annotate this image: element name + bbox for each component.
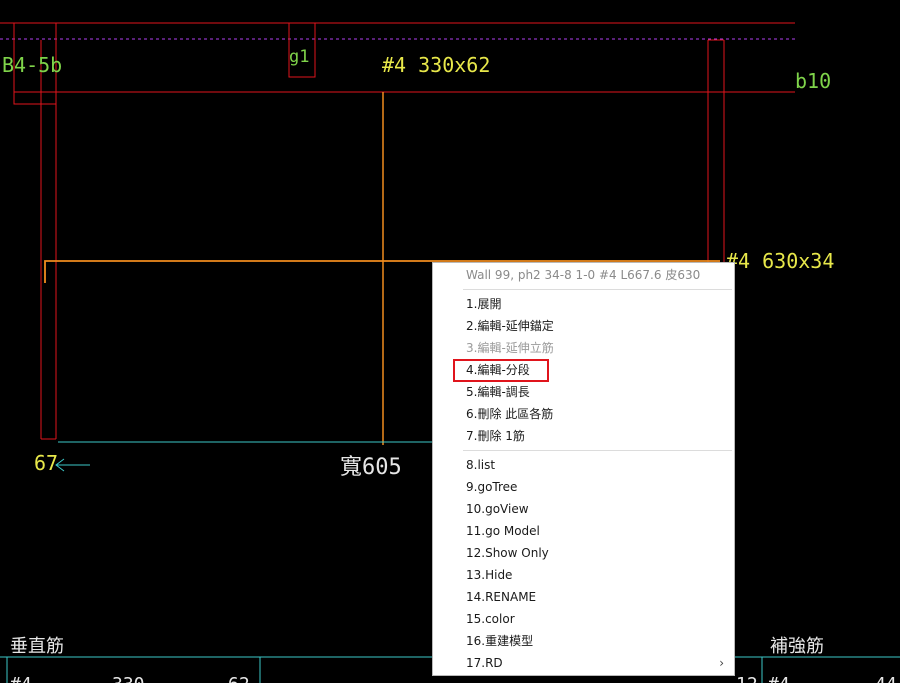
context-menu-header: Wall 99, ph2 34-8 1-0 #4 L667.6 皮630: [466, 268, 701, 282]
table-header-reinforcement: 補強筋: [770, 636, 824, 657]
menu-item-rename[interactable]: 14.RENAME: [433, 586, 734, 608]
menu-item-show-only[interactable]: 12.Show Only: [433, 542, 734, 564]
menu-item-hide[interactable]: 13.Hide: [433, 564, 734, 586]
menu-item-rd-label: 17.RD: [466, 656, 503, 670]
table-cell: 12: [736, 674, 758, 683]
highlight-box: [453, 359, 549, 382]
menu-item-delete-one-bar[interactable]: 7.刪除 1筋: [433, 425, 734, 447]
label-dim-67: 67: [34, 451, 58, 475]
table-cell: 44: [875, 674, 897, 683]
menu-item-go-model[interactable]: 11.go Model: [433, 520, 734, 542]
label-b4-5b: B4-5b: [2, 53, 62, 77]
menu-item-expand[interactable]: 1.展開: [433, 293, 734, 315]
table-cell: #4: [10, 674, 32, 683]
menu-item-color[interactable]: 15.color: [433, 608, 734, 630]
table-cell: 330: [112, 674, 145, 683]
label-right-rebar: #4 630x34: [726, 249, 834, 273]
chevron-right-icon: ›: [719, 656, 724, 670]
menu-separator: [463, 289, 732, 290]
menu-item-delete-area-bars[interactable]: 6.刪除 此區各筋: [433, 403, 734, 425]
menu-item-go-view[interactable]: 10.goView: [433, 498, 734, 520]
menu-item-edit-extend-anchor[interactable]: 2.編輯-延伸錨定: [433, 315, 734, 337]
label-b10: b10: [795, 69, 831, 93]
menu-item-rebuild-model[interactable]: 16.重建模型: [433, 630, 734, 652]
table-cell: 62: [228, 674, 250, 683]
menu-item-list[interactable]: 8.list: [433, 454, 734, 476]
table-header-vertical-bars: 垂直筋: [10, 636, 64, 657]
menu-item-edit-extend-vertical: 3.編輯-延伸立筋: [466, 341, 554, 355]
table-cell: #4: [768, 674, 790, 683]
context-menu[interactable]: Wall 99, ph2 34-8 1-0 #4 L667.6 皮630 1.展…: [432, 262, 735, 676]
label-g1: g1: [289, 47, 309, 67]
menu-separator: [463, 450, 732, 451]
menu-item-go-tree[interactable]: 9.goTree: [433, 476, 734, 498]
label-width-605: 寬605: [340, 455, 402, 480]
menu-item-edit-adjust-length[interactable]: 5.編輯-調長: [433, 381, 734, 403]
menu-item-rd[interactable]: 17.RD ›: [433, 652, 734, 674]
label-top-rebar: #4 330x62: [382, 53, 490, 77]
